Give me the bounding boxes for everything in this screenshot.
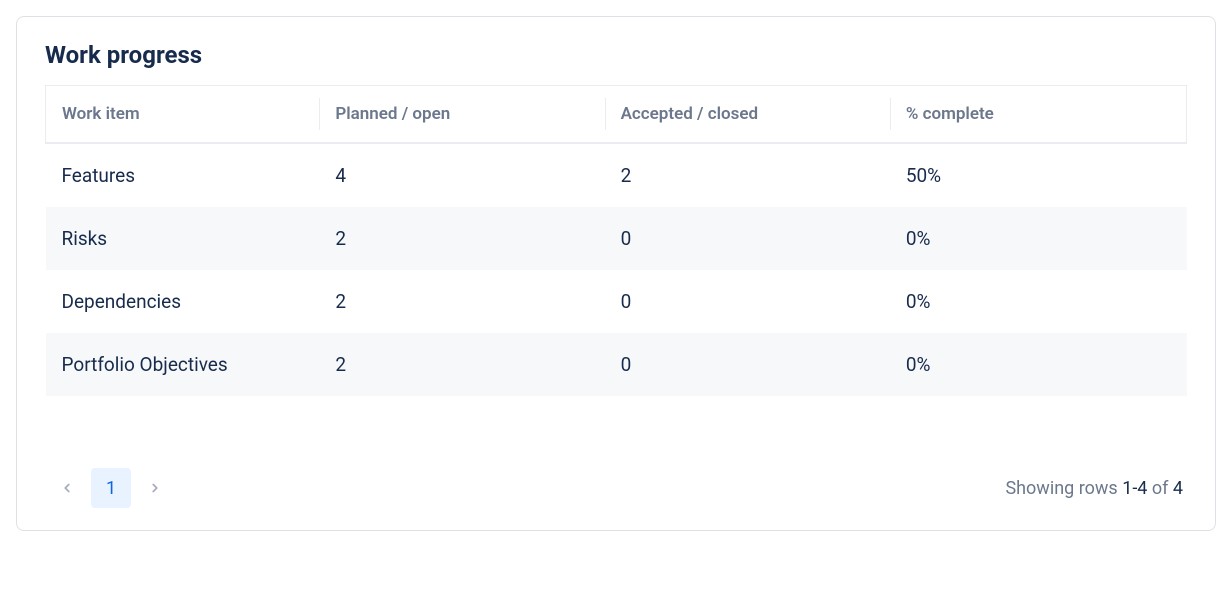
next-page-button[interactable] <box>137 470 173 506</box>
cell-percent-complete: 0% <box>890 333 1187 396</box>
table-row: Portfolio Objectives 2 0 0% <box>46 333 1187 396</box>
table-row: Features 4 2 50% <box>46 143 1187 207</box>
cell-work-item: Dependencies <box>46 270 320 333</box>
cell-planned-open: 2 <box>319 207 604 270</box>
cell-accepted-closed: 0 <box>605 333 890 396</box>
pagination-bar: 1 Showing rows 1-4 of 4 <box>45 468 1187 508</box>
rows-label: Showing rows <box>1005 478 1122 499</box>
col-header-planned-open[interactable]: Planned / open <box>319 86 604 144</box>
cell-planned-open: 4 <box>319 143 604 207</box>
cell-work-item: Features <box>46 143 320 207</box>
pager: 1 <box>49 468 173 508</box>
cell-percent-complete: 50% <box>890 143 1187 207</box>
cell-accepted-closed: 2 <box>605 143 890 207</box>
cell-percent-complete: 0% <box>890 207 1187 270</box>
rows-range: 1-4 <box>1122 478 1147 499</box>
cell-planned-open: 2 <box>319 333 604 396</box>
work-progress-card: Work progress Work item Planned / open A… <box>16 16 1216 531</box>
table-header-row: Work item Planned / open Accepted / clos… <box>46 86 1187 144</box>
cell-accepted-closed: 0 <box>605 207 890 270</box>
chevron-left-icon <box>60 481 74 495</box>
prev-page-button[interactable] <box>49 470 85 506</box>
work-progress-table: Work item Planned / open Accepted / clos… <box>45 85 1187 396</box>
rows-of: of <box>1147 478 1172 499</box>
rows-total: 4 <box>1173 478 1183 499</box>
cell-percent-complete: 0% <box>890 270 1187 333</box>
cell-work-item: Risks <box>46 207 320 270</box>
cell-accepted-closed: 0 <box>605 270 890 333</box>
table-row: Dependencies 2 0 0% <box>46 270 1187 333</box>
card-title: Work progress <box>45 41 1187 69</box>
page-number-button[interactable]: 1 <box>91 468 131 508</box>
col-header-work-item[interactable]: Work item <box>46 86 320 144</box>
cell-work-item: Portfolio Objectives <box>46 333 320 396</box>
col-header-accepted-closed[interactable]: Accepted / closed <box>605 86 890 144</box>
rows-showing-text: Showing rows 1-4 of 4 <box>1005 478 1183 499</box>
table-row: Risks 2 0 0% <box>46 207 1187 270</box>
chevron-right-icon <box>148 481 162 495</box>
col-header-percent-complete[interactable]: % complete <box>890 86 1187 144</box>
cell-planned-open: 2 <box>319 270 604 333</box>
